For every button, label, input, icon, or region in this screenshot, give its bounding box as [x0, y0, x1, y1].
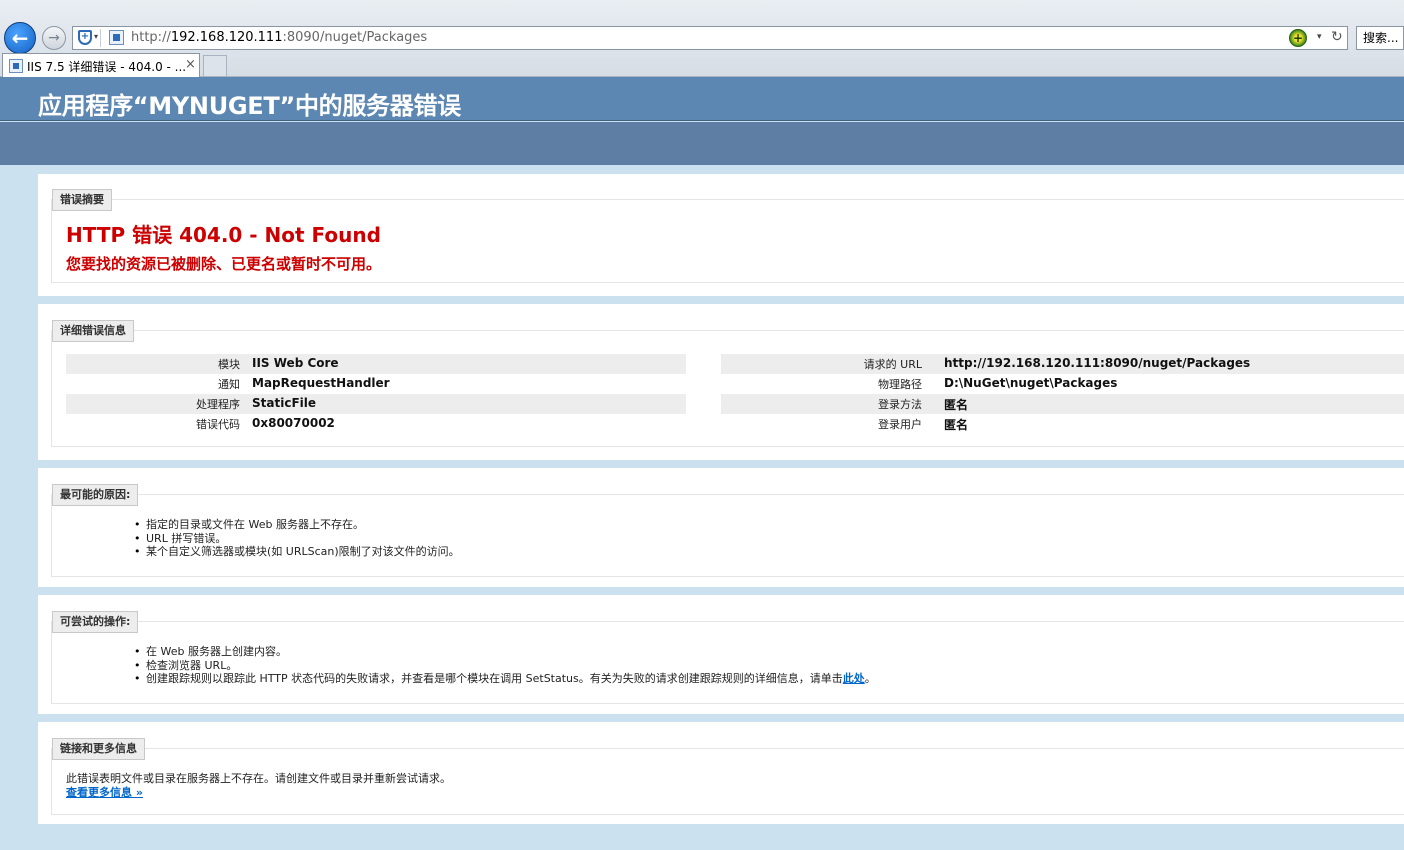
url-prefix: http://: [131, 30, 171, 45]
detail-key: 物理路径: [878, 378, 922, 391]
list-item: 创建跟踪规则以跟踪此 HTTP 状态代码的失败请求，并查看是哪个模块在调用 Se…: [134, 672, 876, 686]
detail-table-left: 模块 IIS Web Core 通知 MapRequestHandler 处理程序 S…: [66, 354, 686, 434]
table-row: 登录用户 匿名: [721, 414, 1404, 434]
page-title: 应用程序“MYNUGET”中的服务器错误: [38, 92, 461, 120]
section-legend: 链接和更多信息: [52, 738, 145, 760]
detail-key: 处理程序: [196, 398, 240, 411]
detail-key: 模块: [218, 358, 240, 371]
actions-list: 在 Web 服务器上创建内容。 检查浏览器 URL。 创建跟踪规则以跟踪此 HT…: [134, 645, 876, 686]
section-legend: 详细错误信息: [52, 320, 134, 342]
section-legend: 最可能的原因:: [52, 484, 139, 506]
detail-value: 匿名: [944, 418, 969, 432]
things-to-try-section: 可尝试的操作: 在 Web 服务器上创建内容。 检查浏览器 URL。 创建跟踪规…: [38, 595, 1404, 714]
tab-title: IIS 7.5 详细错误 - 404.0 - ...: [27, 60, 187, 74]
page-header: 应用程序“MYNUGET”中的服务器错误: [0, 77, 1404, 121]
table-row: 错误代码 0x80070002: [66, 414, 686, 434]
url-host: 192.168.120.111: [170, 30, 283, 45]
address-bar[interactable]: + ▾ http://192.168.120.111:8090/nuget/Pa…: [72, 26, 1348, 50]
table-row: 登录方法 匿名: [721, 394, 1404, 414]
section-legend: 可尝试的操作:: [52, 611, 139, 633]
new-tab-button[interactable]: [203, 55, 227, 76]
forward-arrow-icon[interactable]: →: [42, 26, 66, 50]
error-detail-section: 详细错误信息 模块 IIS Web Core 通知 MapRequestHandle…: [38, 304, 1404, 460]
header-band: [0, 122, 1404, 165]
trace-suffix: 。: [864, 672, 876, 685]
detail-value: IIS Web Core: [252, 356, 339, 370]
url-text[interactable]: http://192.168.120.111:8090/nuget/Packag…: [131, 30, 427, 45]
trace-text: 创建跟踪规则以跟踪此 HTTP 状态代码的失败请求，并查看是哪个模块在调用 Se…: [146, 672, 843, 685]
browser-chrome: ← → + ▾ http://192.168.120.111:8090/nuge…: [0, 0, 1404, 77]
detail-table-right: 请求的 URL http://192.168.120.111:8090/nuget…: [721, 354, 1404, 434]
detail-key: 请求的 URL: [863, 358, 922, 371]
address-dropdown-icon[interactable]: ▾: [1317, 32, 1322, 42]
search-input[interactable]: 搜索...: [1356, 26, 1404, 50]
list-item: URL 拼写错误。: [134, 532, 460, 546]
detail-value: http://192.168.120.111:8090/nuget/Packag…: [944, 356, 1251, 370]
url-path: :8090/nuget/Packages: [282, 30, 428, 45]
trace-here-link[interactable]: 此处: [843, 672, 865, 685]
back-arrow-icon[interactable]: ←: [4, 22, 36, 54]
close-icon[interactable]: ×: [185, 57, 196, 72]
chevron-down-icon: ▾: [94, 32, 99, 41]
links-section: 链接和更多信息 此错误表明文件或目录在服务器上不存在。请创建文件或目录并重新尝试…: [38, 722, 1404, 824]
error-message: 您要找的资源已被删除、已更名或暂时不可用。: [66, 255, 382, 273]
table-row: 模块 IIS Web Core: [66, 354, 686, 374]
detail-value: 0x80070002: [252, 416, 335, 430]
refresh-icon[interactable]: ↻: [1331, 29, 1343, 45]
detail-key: 通知: [218, 378, 240, 391]
causes-list: 指定的目录或文件在 Web 服务器上不存在。 URL 拼写错误。 某个自定义筛选…: [134, 518, 460, 559]
error-summary-section: 错误摘要 HTTP 错误 404.0 - Not Found 您要找的资源已被删…: [38, 174, 1404, 296]
table-row: 请求的 URL http://192.168.120.111:8090/nuget…: [721, 354, 1404, 374]
detail-key: 登录方法: [878, 398, 922, 411]
list-item: 在 Web 服务器上创建内容。: [134, 645, 876, 659]
list-item: 检查浏览器 URL。: [134, 659, 876, 673]
table-row: 物理路径 D:\NuGet\nuget\Packages: [721, 374, 1404, 394]
more-info-link[interactable]: 查看更多信息 »: [66, 784, 143, 800]
detail-value: MapRequestHandler: [252, 376, 390, 390]
tab-iis-error[interactable]: IIS 7.5 详细错误 - 404.0 - ... ×: [2, 53, 200, 77]
content: 错误摘要 HTTP 错误 404.0 - Not Found 您要找的资源已被删…: [38, 174, 1404, 832]
detail-value: 匿名: [944, 398, 969, 412]
security-button[interactable]: + ▾: [75, 29, 101, 47]
page-icon: [109, 30, 124, 45]
detail-key: 错误代码: [196, 418, 240, 431]
detail-value: StaticFile: [252, 396, 317, 410]
detail-key: 登录用户: [878, 418, 922, 431]
section-legend: 错误摘要: [52, 189, 112, 211]
shield-icon: +: [78, 30, 92, 45]
list-item: 某个自定义筛选器或模块(如 URLScan)限制了对该文件的访问。: [134, 545, 460, 559]
page-icon: [9, 59, 23, 73]
table-row: 通知 MapRequestHandler: [66, 374, 686, 394]
list-item: 指定的目录或文件在 Web 服务器上不存在。: [134, 518, 460, 532]
detail-value: D:\NuGet\nuget\Packages: [944, 376, 1118, 390]
compatibility-icon[interactable]: +: [1289, 29, 1307, 47]
error-title: HTTP 错误 404.0 - Not Found: [66, 223, 381, 247]
likely-causes-section: 最可能的原因: 指定的目录或文件在 Web 服务器上不存在。 URL 拼写错误。…: [38, 468, 1404, 587]
table-row: 处理程序 StaticFile: [66, 394, 686, 414]
